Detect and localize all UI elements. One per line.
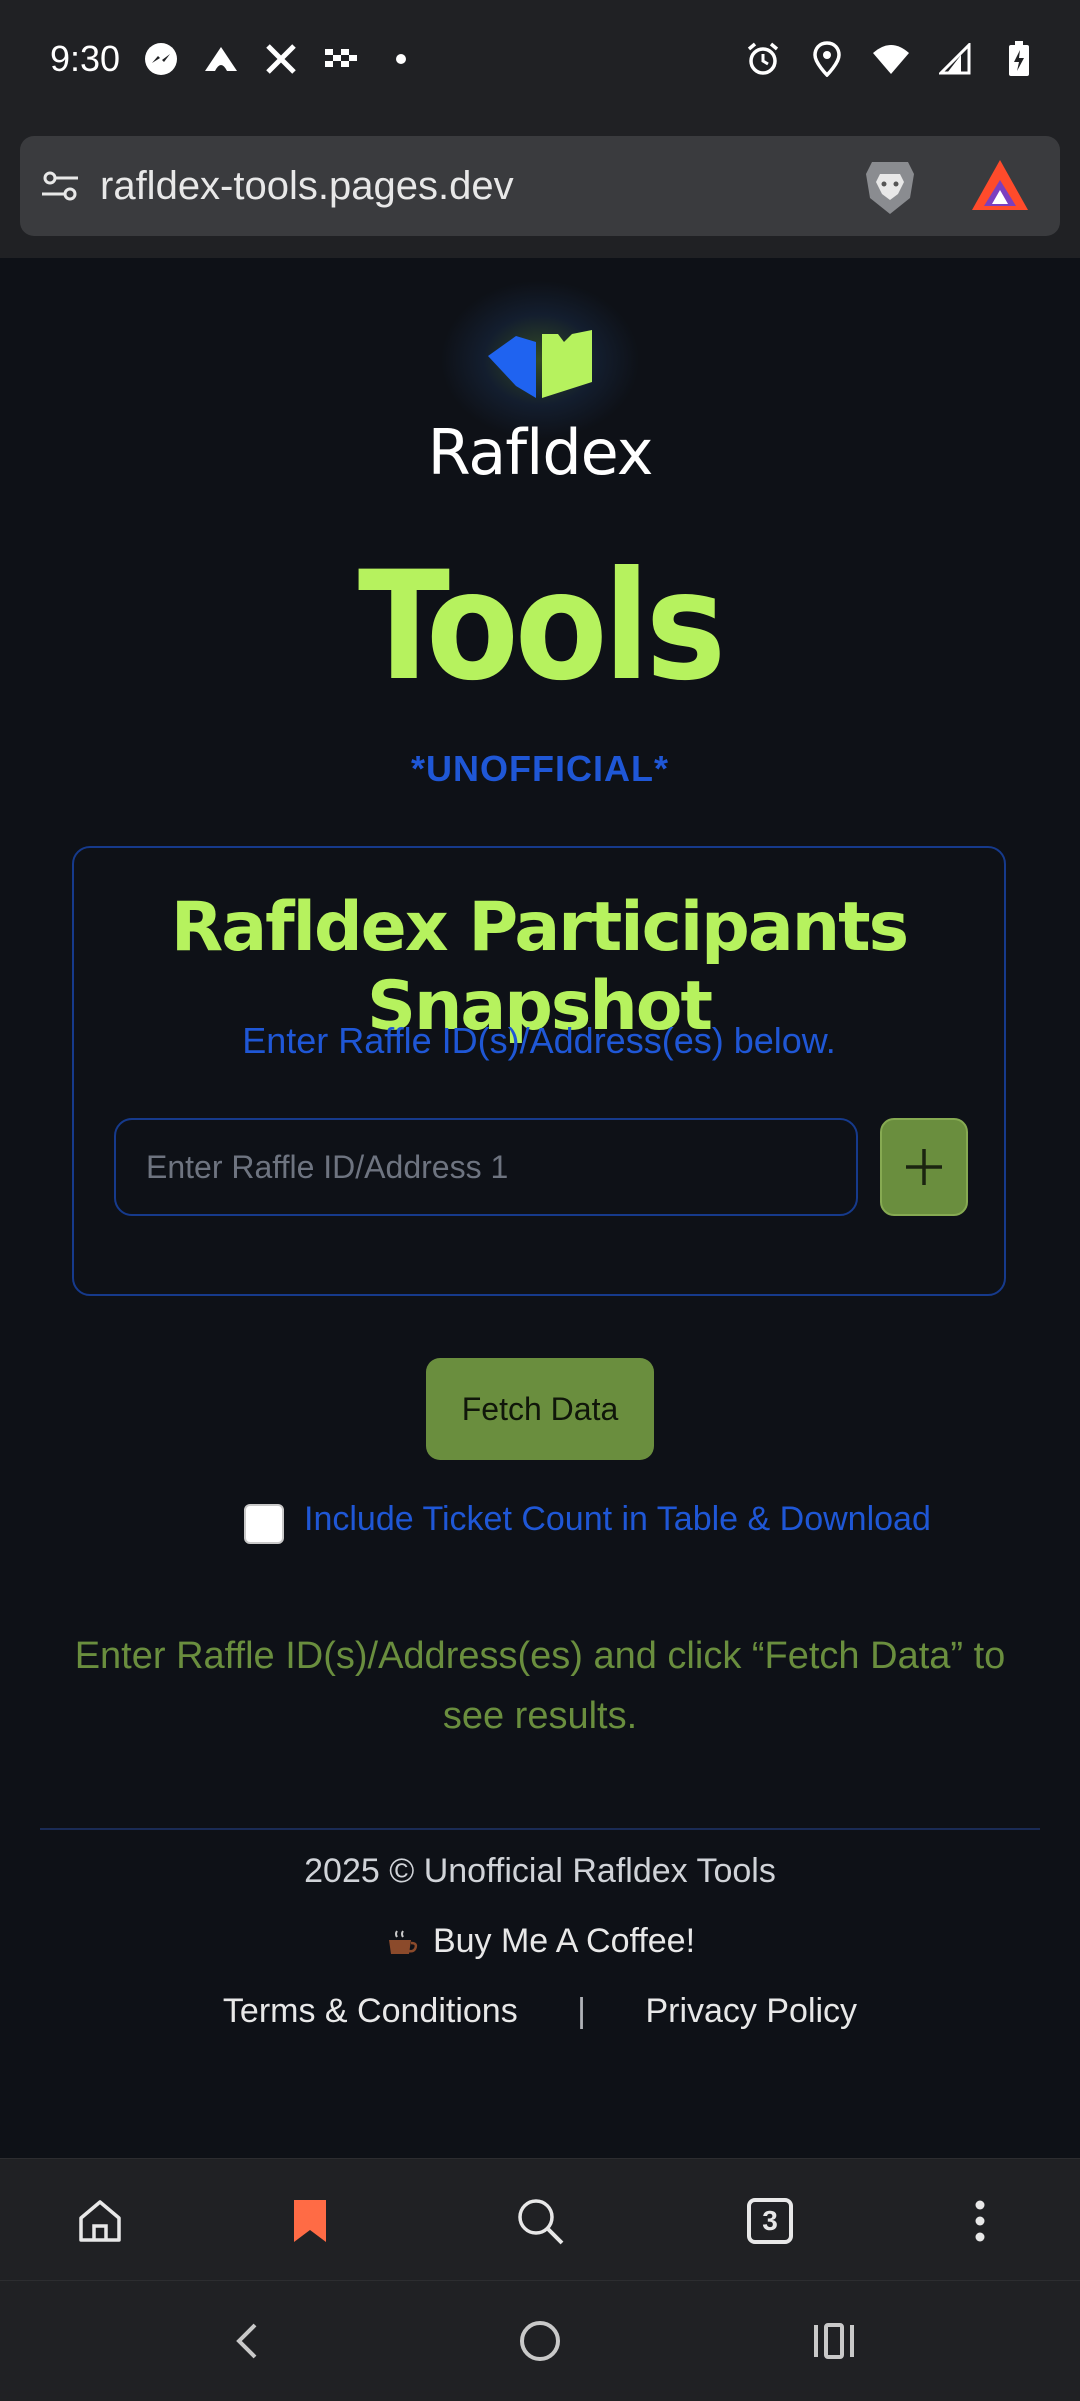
unofficial-label: *UNOFFICIAL* (411, 748, 669, 789)
cloud-icon (202, 40, 240, 78)
plus-icon (906, 1149, 942, 1185)
card-instruction: Enter Raffle ID(s)/Address(es) below. (242, 1020, 836, 1061)
wifi-icon (872, 40, 910, 78)
home-icon[interactable] (70, 2191, 130, 2251)
messenger-icon (142, 40, 180, 78)
add-raffle-button[interactable] (880, 1118, 968, 1216)
dot-icon (382, 40, 420, 78)
more-options-icon[interactable] (950, 2191, 1010, 2251)
tab-count: 3 (747, 2198, 793, 2244)
fetch-data-button[interactable]: Fetch Data (426, 1358, 654, 1460)
snapshot-card: Rafldex Participants Snapshot Enter Raff… (72, 846, 1006, 1296)
buy-me-a-coffee-link[interactable]: Buy Me A Coffee! (0, 1922, 1080, 1961)
brave-shields-icon[interactable] (858, 154, 922, 218)
coffee-label[interactable]: Buy Me A Coffee! (433, 1922, 695, 1960)
system-icons (744, 40, 1038, 78)
copyright-text: 2025 © Unofficial Rafldex Tools (304, 1852, 776, 1890)
x-icon (262, 40, 300, 78)
status-time: 9:30 (50, 38, 121, 79)
browser-toolbar: rafldex-tools.pages.dev (0, 126, 1080, 258)
coffee-icon (385, 1928, 419, 1958)
brand-name: Rafldex (427, 416, 654, 489)
bookmark-icon[interactable] (280, 2191, 340, 2251)
browser-bottom-bar: 3 (0, 2158, 1080, 2281)
notification-icons (142, 40, 420, 78)
raffle-id-input[interactable] (114, 1118, 858, 1216)
recent-apps-icon[interactable] (804, 2311, 864, 2371)
site-settings-icon[interactable] (40, 166, 80, 206)
ticket-count-checkbox[interactable] (244, 1504, 284, 1544)
back-icon[interactable] (216, 2311, 276, 2371)
status-bar: 9:30 (0, 0, 1080, 126)
home-nav-icon[interactable] (510, 2311, 570, 2371)
brave-rewards-icon[interactable] (968, 154, 1032, 218)
checkered-flag-icon (322, 40, 360, 78)
tabs-button[interactable]: 3 (740, 2191, 800, 2251)
alarm-icon (744, 40, 782, 78)
address-bar[interactable]: rafldex-tools.pages.dev (20, 136, 1060, 236)
location-icon (808, 40, 846, 78)
rafldex-logo-icon (486, 322, 596, 402)
battery-charging-icon (1000, 40, 1038, 78)
system-navigation-bar (0, 2280, 1080, 2401)
footer-divider (40, 1828, 1040, 1830)
page-title: Tools (357, 540, 726, 714)
link-separator: | (577, 1992, 586, 2030)
url-text[interactable]: rafldex-tools.pages.dev (100, 164, 514, 209)
terms-link[interactable]: Terms & Conditions (223, 1992, 518, 2031)
signal-icon (936, 40, 974, 78)
ticket-count-label[interactable]: Include Ticket Count in Table & Download (304, 1500, 931, 1539)
results-hint: Enter Raffle ID(s)/Address(es) and click… (74, 1635, 1006, 1737)
search-icon[interactable] (510, 2191, 570, 2251)
footer-links: Terms & Conditions | Privacy Policy (0, 1992, 1080, 2031)
privacy-link[interactable]: Privacy Policy (645, 1992, 857, 2031)
